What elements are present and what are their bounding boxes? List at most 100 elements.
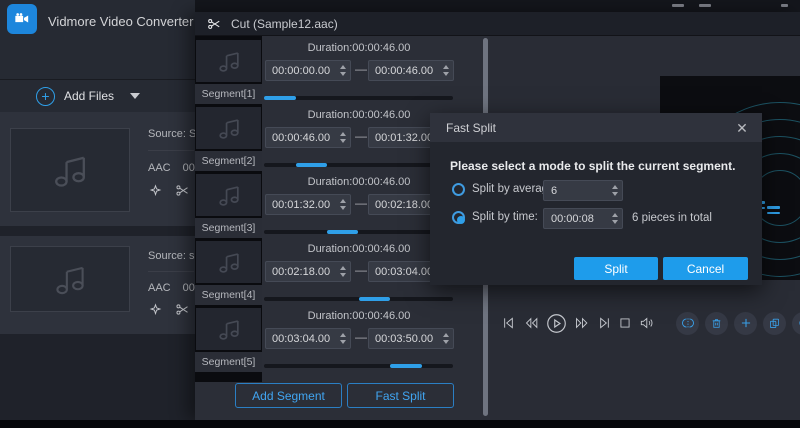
app-header: Vidmore Video Converter (0, 0, 195, 79)
skip-start-icon[interactable] (501, 315, 517, 331)
app-title: Vidmore Video Converter (48, 14, 194, 29)
divider (148, 271, 194, 272)
segment-thumbnail[interactable] (196, 174, 261, 216)
segment-slider[interactable] (264, 230, 453, 234)
segment-thumbnail[interactable] (196, 241, 261, 283)
add-segment-icon-button[interactable] (734, 312, 757, 335)
edit-effect-icon[interactable] (148, 183, 163, 198)
scissors-icon (207, 17, 221, 31)
segment-slider-fill (390, 364, 422, 368)
fast-split-title: Fast Split (446, 121, 496, 135)
segment-thumbnail[interactable] (196, 308, 261, 350)
split-by-time-label[interactable]: Split by time: (472, 211, 538, 223)
stop-icon[interactable] (618, 316, 632, 330)
segment-slider[interactable] (264, 96, 453, 100)
time-spinner[interactable] (612, 213, 618, 224)
file-item[interactable]: Source: Sa AAC00:0 (0, 112, 195, 226)
average-count-input[interactable]: 6 (543, 180, 623, 201)
file-format-line: AAC00:0 (148, 162, 195, 174)
split-segment-button[interactable] (676, 312, 699, 335)
segment-end-input[interactable]: 00:00:46.00 (368, 60, 454, 81)
segment-slider-fill (296, 163, 328, 167)
file-item[interactable]: Source: sa AAC00:0 (0, 236, 195, 334)
segment-start-input[interactable]: 00:03:04.00 (265, 328, 351, 349)
segment-slider[interactable] (264, 364, 453, 368)
time-spinner[interactable] (340, 65, 346, 76)
segment-label[interactable]: Segment[3] (195, 218, 262, 238)
segment-row: Segment[1] Duration:00:00:46.00 00:00:00… (195, 40, 488, 107)
radio-button[interactable] (452, 183, 465, 196)
time-spinner[interactable] (443, 65, 449, 76)
segment-duration: Duration:00:00:46.00 (264, 243, 454, 255)
add-files-label[interactable]: Add Files (64, 89, 114, 103)
fast-split-titlebar: Fast Split ✕ (430, 113, 762, 142)
file-source: Source: Sa (148, 128, 195, 140)
time-spinner[interactable] (340, 132, 346, 143)
segment-start-input[interactable]: 00:02:18.00 (265, 261, 351, 282)
segment-label[interactable]: Segment[1] (195, 84, 262, 104)
add-segment-button[interactable]: Add Segment (235, 383, 342, 408)
reset-button[interactable] (792, 312, 800, 335)
segment-duration: Duration:00:00:46.00 (264, 109, 454, 121)
fast-forward-icon[interactable] (573, 315, 590, 331)
segment-end-input[interactable]: 00:03:50.00 (368, 328, 454, 349)
segment-slider[interactable] (264, 297, 453, 301)
time-spinner[interactable] (443, 333, 449, 344)
cancel-button[interactable]: Cancel (663, 257, 748, 280)
copy-segment-button[interactable] (763, 312, 786, 335)
segment-duration: Duration:00:00:46.00 (264, 310, 454, 322)
add-files-row[interactable]: + Add Files (0, 79, 195, 112)
segment-start-input[interactable]: 00:00:46.00 (265, 127, 351, 148)
window-bottom-edge (0, 420, 800, 428)
file-source: Source: sa (148, 250, 195, 262)
range-separator: — (353, 62, 369, 76)
time-spinner[interactable] (340, 199, 346, 210)
fast-split-dialog: Fast Split ✕ Please select a mode to spl… (430, 113, 762, 285)
segment-label[interactable]: Segment[4] (195, 285, 262, 305)
cut-dialog-title: Cut (Sample12.aac) (231, 17, 338, 31)
segment-label[interactable]: Segment[5] (195, 352, 262, 372)
segment-slider-fill (359, 297, 391, 301)
fast-split-message: Please select a mode to split the curren… (450, 159, 735, 173)
range-separator: — (353, 263, 369, 277)
segment-label[interactable]: Segment[2] (195, 151, 262, 171)
range-separator: — (353, 129, 369, 143)
background-window-titlebar (195, 0, 800, 12)
maximize-icon[interactable] (699, 4, 711, 7)
fast-split-button[interactable]: Fast Split (347, 383, 454, 408)
count-spinner[interactable] (612, 185, 618, 196)
add-files-plus-icon[interactable]: + (36, 87, 55, 106)
cut-dialog-titlebar: Cut (Sample12.aac) (195, 12, 800, 36)
cut-icon[interactable] (175, 302, 190, 317)
segment-slider-fill (327, 230, 359, 234)
rewind-icon[interactable] (523, 315, 540, 331)
minimize-icon[interactable] (672, 4, 684, 7)
split-button[interactable]: Split (574, 257, 658, 280)
time-value-input[interactable]: 00:00:08 (543, 208, 623, 229)
time-spinner[interactable] (340, 333, 346, 344)
range-separator: — (353, 196, 369, 210)
file-format-line: AAC00:0 (148, 282, 195, 294)
volume-icon[interactable] (638, 315, 656, 331)
range-separator: — (353, 330, 369, 344)
segment-start-input[interactable]: 00:00:00.00 (265, 60, 351, 81)
play-icon[interactable] (546, 313, 567, 334)
close-icon[interactable] (781, 4, 788, 7)
segment-start-input[interactable]: 00:01:32.00 (265, 194, 351, 215)
segment-duration: Duration:00:00:46.00 (264, 42, 454, 54)
segment-thumbnail[interactable] (196, 40, 261, 82)
split-by-time-option: Split by time: 00:00:08 6 pieces in tota… (430, 208, 762, 229)
edit-effect-icon[interactable] (148, 302, 163, 317)
equalizer-icon (767, 206, 780, 217)
close-icon[interactable]: ✕ (732, 118, 752, 138)
skip-end-icon[interactable] (596, 315, 612, 331)
cut-icon[interactable] (175, 183, 190, 198)
radio-button[interactable] (452, 211, 465, 224)
add-files-caret-icon[interactable] (130, 93, 140, 99)
pieces-total-label: 6 pieces in total (632, 212, 712, 224)
segment-slider[interactable] (264, 163, 453, 167)
delete-segment-button[interactable] (705, 312, 728, 335)
time-spinner[interactable] (340, 266, 346, 277)
segment-row: Segment[5] Duration:00:00:46.00 00:03:04… (195, 308, 488, 375)
segment-thumbnail[interactable] (196, 107, 261, 149)
